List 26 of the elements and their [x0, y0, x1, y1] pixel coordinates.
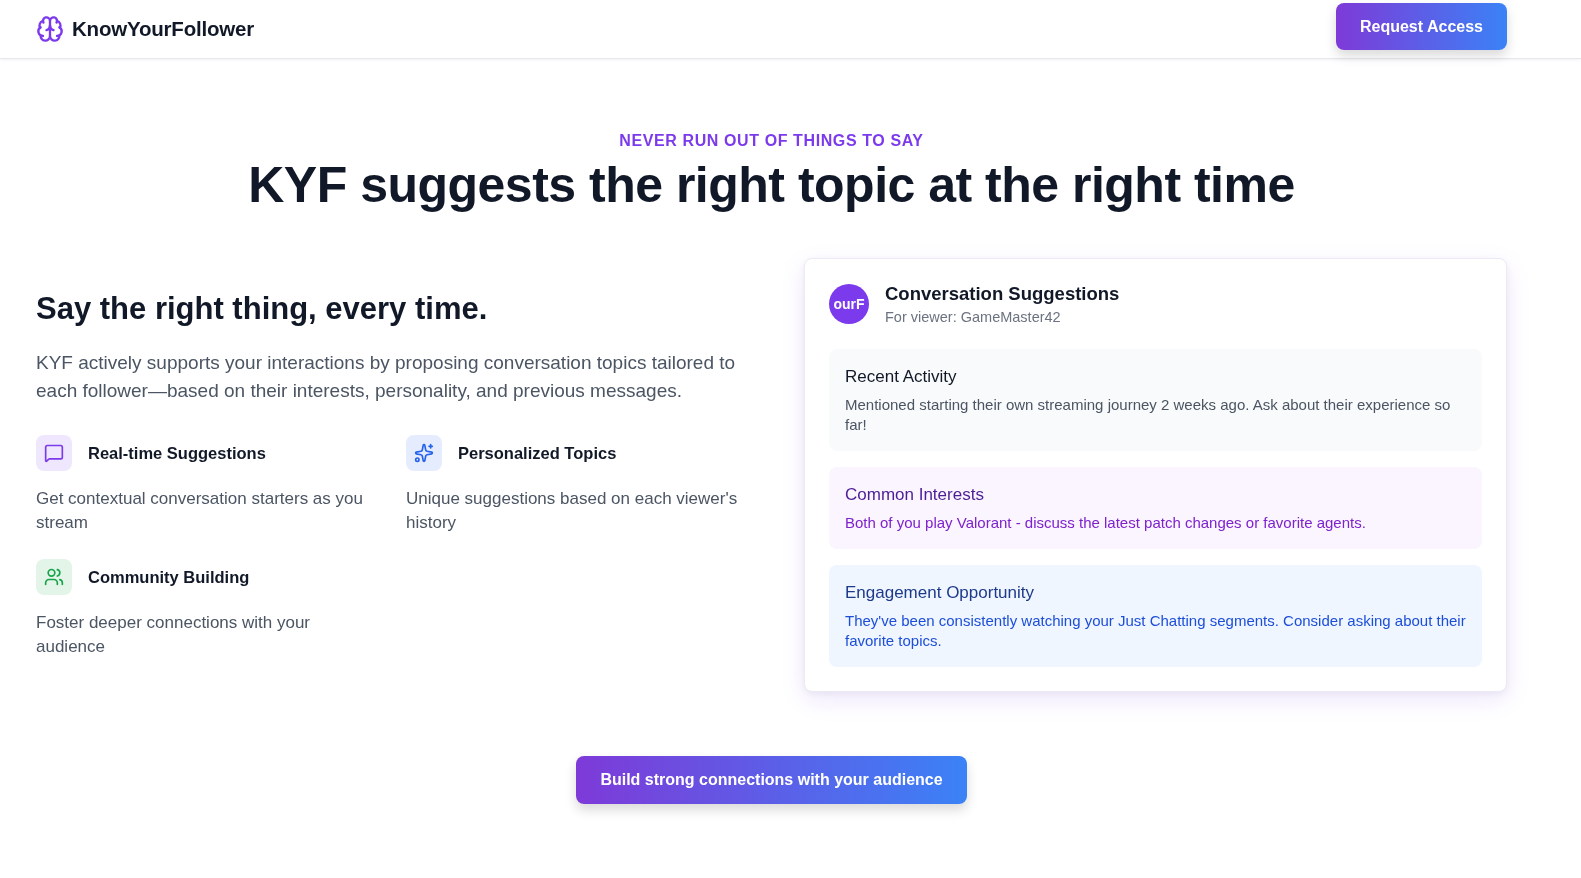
request-access-button[interactable]: Request Access	[1335, 3, 1507, 50]
speech-bubble-tile-icon	[36, 435, 72, 471]
feature-description: Get contextual conversation starters as you stream	[36, 488, 364, 534]
suggestion-text: Both of you play Valorant - discuss the latest patch changes or favorite agents.	[845, 513, 1367, 533]
brain-logo-icon	[36, 15, 64, 43]
feature-description: Foster deeper connections with your audience	[36, 612, 312, 658]
suggestion-title: Recent Activity	[845, 366, 958, 388]
suggestion-title: Common Interests	[845, 484, 985, 506]
sparkles-tile-icon	[406, 435, 442, 471]
card-subtitle: For viewer: GameMaster42	[885, 309, 1062, 325]
brand-name: KnowYourFollower	[72, 17, 255, 41]
suggestion-title: Engagement Opportunity	[845, 582, 1035, 604]
feature-title: Personalized Topics	[458, 443, 617, 463]
people-tile-icon	[36, 559, 72, 595]
intro-paragraph: KYF actively supports your interactions by proposing conversation topics tailored to each follower—based on their interests, personality, and previous messages.	[36, 351, 737, 403]
feature-title: Real-time Suggestions	[88, 443, 266, 463]
avatar: ourF	[829, 284, 869, 324]
suggestion-text: They've been consistently watching your Just Chatting segments. Consider asking about their favorite topics.	[845, 611, 1466, 651]
build-connections-button[interactable]: Build strong connections with your audience	[576, 756, 967, 804]
feature-description: Unique suggestions based on each viewer's history	[406, 488, 739, 534]
hero-title: KYF suggests the right topic at the right time	[248, 156, 1295, 214]
feature-title: Community Building	[88, 567, 250, 587]
card-title: Conversation Suggestions	[885, 283, 1120, 305]
eyebrow-text: NEVER RUN OUT OF THINGS TO SAY	[619, 132, 924, 150]
section-heading: Say the right thing, every time.	[36, 291, 489, 327]
suggestion-text: Mentioned starting their own streaming journey 2 weeks ago. Ask about their experience so far!	[845, 395, 1452, 435]
